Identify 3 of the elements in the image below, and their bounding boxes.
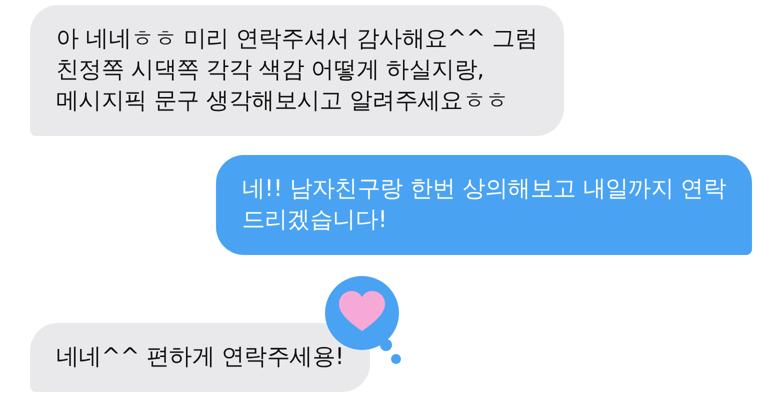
- message-bubble: 네네^^ 편하게 연락주세용!: [30, 323, 370, 392]
- message-bubble: 네!! 남자친구랑 한번 상의해보고 내일까지 연락 드리겠습니다!: [216, 155, 752, 255]
- message-bubble: 아 네네ㅎㅎ 미리 연락주셔서 감사해요^^ 그럼 친정쪽 시댁쪽 각각 색감 어떻게 하실지랑, 메시지픽 문구 생각해보시고 알려주세요ㅎㅎ: [30, 5, 564, 136]
